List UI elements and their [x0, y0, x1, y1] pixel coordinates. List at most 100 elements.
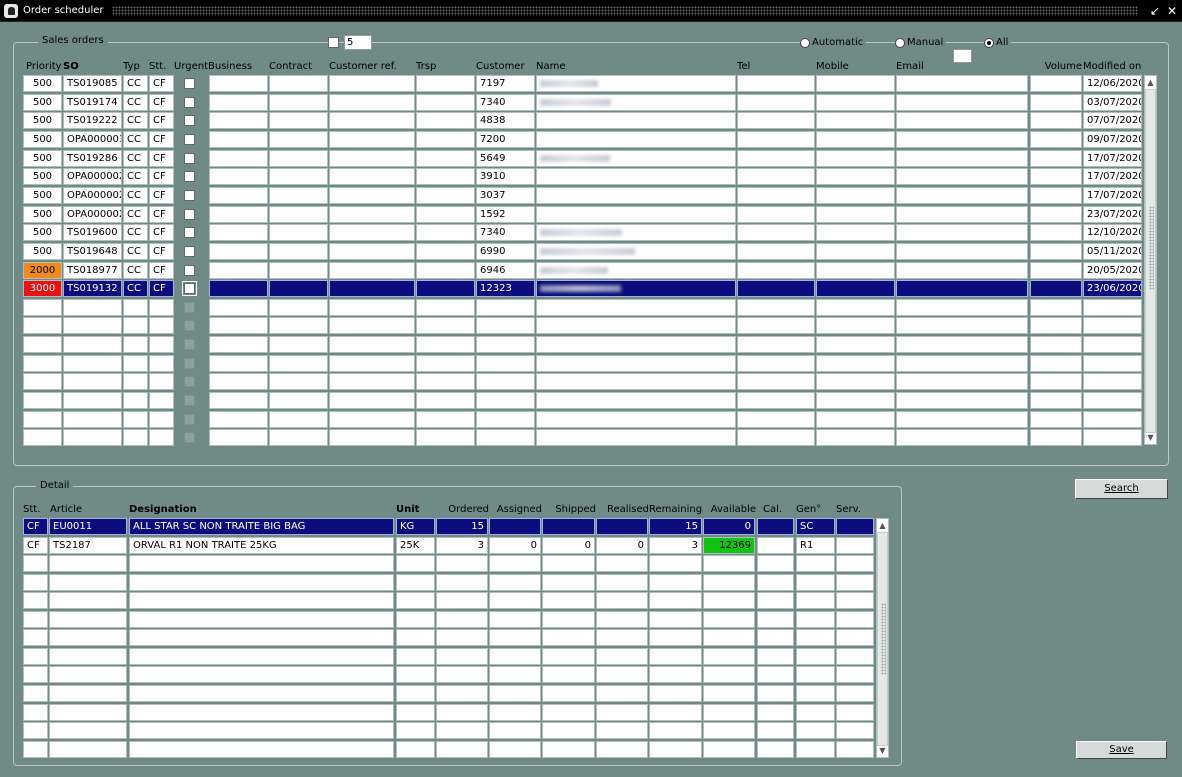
filter-automatic-radio[interactable]: Automatic: [800, 37, 867, 48]
sales-cell-business[interactable]: [209, 373, 268, 390]
sales-cell-business[interactable]: [209, 131, 268, 148]
sales-cell-modified[interactable]: [1083, 336, 1142, 353]
sales-cell-name[interactable]: [536, 392, 736, 409]
sales-cell-modified[interactable]: 05/11/2020: [1083, 243, 1142, 260]
sales-cell-business[interactable]: [209, 299, 268, 316]
detail-cell-shipped[interactable]: [542, 611, 595, 628]
sales-cell-email[interactable]: [896, 392, 1028, 409]
detail-cell-realised[interactable]: [596, 666, 648, 683]
sales-cell-ref[interactable]: [329, 75, 415, 92]
detail-cell-unit[interactable]: [396, 629, 435, 646]
detail-cell-stt[interactable]: [23, 648, 48, 665]
sales-cell-trsp[interactable]: [416, 206, 475, 223]
sales-cell-tel[interactable]: [737, 224, 815, 241]
sales-cell-stt[interactable]: [149, 392, 174, 409]
sales-cell-trsp[interactable]: [416, 355, 475, 372]
detail-cell-article[interactable]: [49, 611, 127, 628]
sales-cell-mobile[interactable]: [816, 150, 895, 167]
sales-cell-priority[interactable]: 500: [23, 224, 62, 241]
detail-cell-cal[interactable]: [757, 611, 794, 628]
save-button[interactable]: Save: [1076, 741, 1167, 759]
sales-cell-customer[interactable]: 4838: [476, 112, 535, 129]
detail-cell-article[interactable]: [49, 704, 127, 721]
sales-cell-priority[interactable]: 500: [23, 94, 62, 111]
sales-cell-name[interactable]: [536, 206, 736, 223]
sales-cell-ref[interactable]: [329, 355, 415, 372]
detail-cell-stt[interactable]: [23, 704, 48, 721]
sales-cell-tel[interactable]: [737, 317, 815, 334]
detail-cell-gen[interactable]: [796, 629, 835, 646]
sales-cell-email[interactable]: [896, 224, 1028, 241]
sales-cell-email[interactable]: [896, 206, 1028, 223]
sales-cell-typ[interactable]: CC: [123, 131, 148, 148]
sales-cell-trsp[interactable]: [416, 411, 475, 428]
detail-cell-realised[interactable]: [596, 741, 648, 758]
detail-cell-remaining[interactable]: [649, 611, 702, 628]
sales-cell-modified[interactable]: [1083, 317, 1142, 334]
sales-cell-customer[interactable]: [476, 355, 535, 372]
detail-cell-ordered[interactable]: [436, 629, 488, 646]
detail-cell-stt[interactable]: CF: [23, 518, 48, 535]
detail-cell-available[interactable]: [703, 555, 755, 572]
sales-cell-typ[interactable]: [123, 411, 148, 428]
detail-cell-unit[interactable]: [396, 722, 435, 739]
detail-cell-available[interactable]: [703, 722, 755, 739]
sales-cell-mobile[interactable]: [816, 131, 895, 148]
sales-cell-tel[interactable]: [737, 75, 815, 92]
urgent-checkbox[interactable]: [184, 171, 195, 182]
detail-cell-cal[interactable]: [757, 666, 794, 683]
detail-cell-stt[interactable]: [23, 574, 48, 591]
detail-cell-gen[interactable]: [796, 574, 835, 591]
sales-cell-volume[interactable]: [1030, 206, 1082, 223]
sales-cell-tel[interactable]: [737, 373, 815, 390]
sales-cell-name[interactable]: [536, 317, 736, 334]
sales-cell-customer[interactable]: [476, 429, 535, 446]
sales-cell-name[interactable]: [536, 112, 736, 129]
detail-cell-shipped[interactable]: [542, 555, 595, 572]
sales-cell-business[interactable]: [209, 206, 268, 223]
detail-cell-serv[interactable]: [836, 611, 874, 628]
sales-cell-priority[interactable]: [23, 355, 62, 372]
sales-cell-priority[interactable]: [23, 429, 62, 446]
detail-cell-article[interactable]: [49, 592, 127, 609]
sales-cell-typ[interactable]: CC: [123, 75, 148, 92]
detail-cell-serv[interactable]: [836, 592, 874, 609]
sales-cell-ref[interactable]: [329, 317, 415, 334]
sales-cell-business[interactable]: [209, 112, 268, 129]
detail-cell-cal[interactable]: [757, 518, 794, 535]
sales-cell-volume[interactable]: [1030, 94, 1082, 111]
detail-cell-ordered[interactable]: [436, 666, 488, 683]
sales-cell-mobile[interactable]: [816, 429, 895, 446]
detail-cell-realised[interactable]: [596, 611, 648, 628]
detail-cell-designation[interactable]: [129, 592, 394, 609]
detail-cell-assigned[interactable]: [489, 592, 541, 609]
detail-cell-assigned[interactable]: [489, 704, 541, 721]
urgent-checkbox[interactable]: [184, 227, 195, 238]
detail-cell-available[interactable]: 12369: [703, 537, 755, 554]
sales-cell-ref[interactable]: [329, 280, 415, 297]
sales-cell-name[interactable]: [536, 131, 736, 148]
sales-scroll-thumb[interactable]: [1145, 89, 1156, 433]
detail-cell-available[interactable]: [703, 611, 755, 628]
sales-cell-mobile[interactable]: [816, 373, 895, 390]
sales-cell-modified[interactable]: 17/07/2020: [1083, 168, 1142, 185]
sales-cell-contract[interactable]: [269, 224, 328, 241]
sales-cell-contract[interactable]: [269, 429, 328, 446]
sales-cell-mobile[interactable]: [816, 355, 895, 372]
sales-cell-volume[interactable]: [1030, 168, 1082, 185]
detail-cell-remaining[interactable]: [649, 741, 702, 758]
sales-cell-volume[interactable]: [1030, 299, 1082, 316]
sales-cell-business[interactable]: [209, 392, 268, 409]
sales-cell-ref[interactable]: [329, 243, 415, 260]
detail-cell-gen[interactable]: [796, 666, 835, 683]
sales-cell-business[interactable]: [209, 355, 268, 372]
detail-cell-unit[interactable]: [396, 574, 435, 591]
sales-cell-so[interactable]: [63, 336, 122, 353]
sales-cell-priority[interactable]: 500: [23, 150, 62, 167]
sales-cell-so[interactable]: TS019085: [63, 75, 122, 92]
sales-cell-customer[interactable]: 5649: [476, 150, 535, 167]
sales-cell-trsp[interactable]: [416, 168, 475, 185]
sales-cell-email[interactable]: [896, 131, 1028, 148]
sales-cell-mobile[interactable]: [816, 206, 895, 223]
sales-cell-so[interactable]: OPA000002: [63, 168, 122, 185]
